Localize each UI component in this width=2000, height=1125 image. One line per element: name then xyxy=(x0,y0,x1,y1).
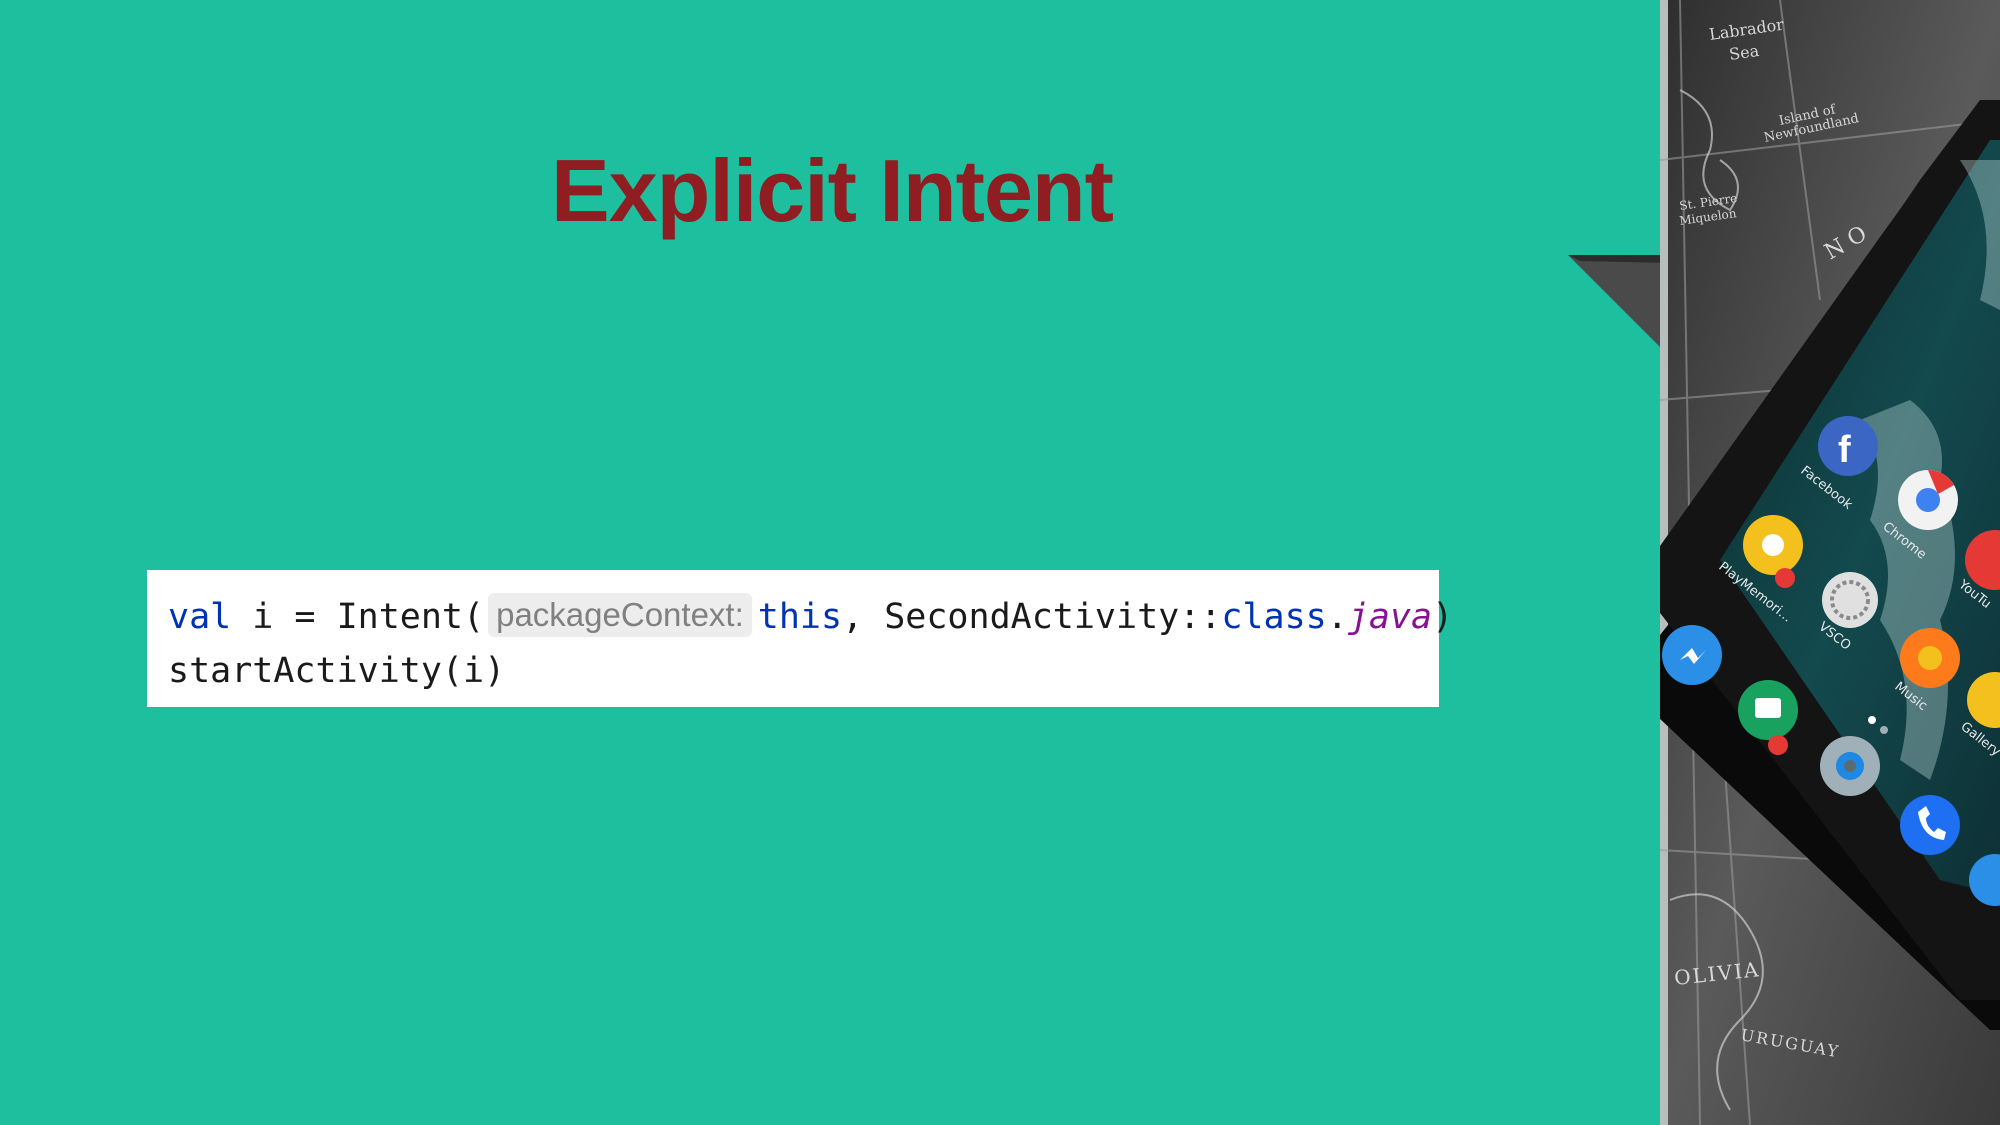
svg-text:f: f xyxy=(1838,429,1851,471)
keyword-java: java xyxy=(1347,597,1433,637)
parameter-hint: packageContext: xyxy=(488,593,752,637)
ribbon-arrow xyxy=(1568,255,1668,355)
code-close-paren: ) xyxy=(1432,597,1454,637)
code-snippet: val i = Intent(packageContext: this, Seco… xyxy=(147,570,1453,707)
code-line-2: startActivity(i) xyxy=(168,651,506,691)
code-line-1: val i = Intent(packageContext: this, Seco… xyxy=(168,590,1453,644)
map-phone-illustration: Labrador Sea Island of Newfoundland St. … xyxy=(1660,0,2000,1125)
slide-title: Explicit Intent xyxy=(551,141,1114,240)
keyword-class: class xyxy=(1221,597,1327,637)
code-text: , SecondActivity:: xyxy=(842,597,1222,637)
keyword-this: this xyxy=(757,597,843,637)
keyword-val: val xyxy=(168,597,232,637)
code-text: i = Intent( xyxy=(231,597,485,637)
photo-panel: Labrador Sea Island of Newfoundland St. … xyxy=(1660,0,2000,1125)
code-dot: . xyxy=(1326,597,1348,637)
